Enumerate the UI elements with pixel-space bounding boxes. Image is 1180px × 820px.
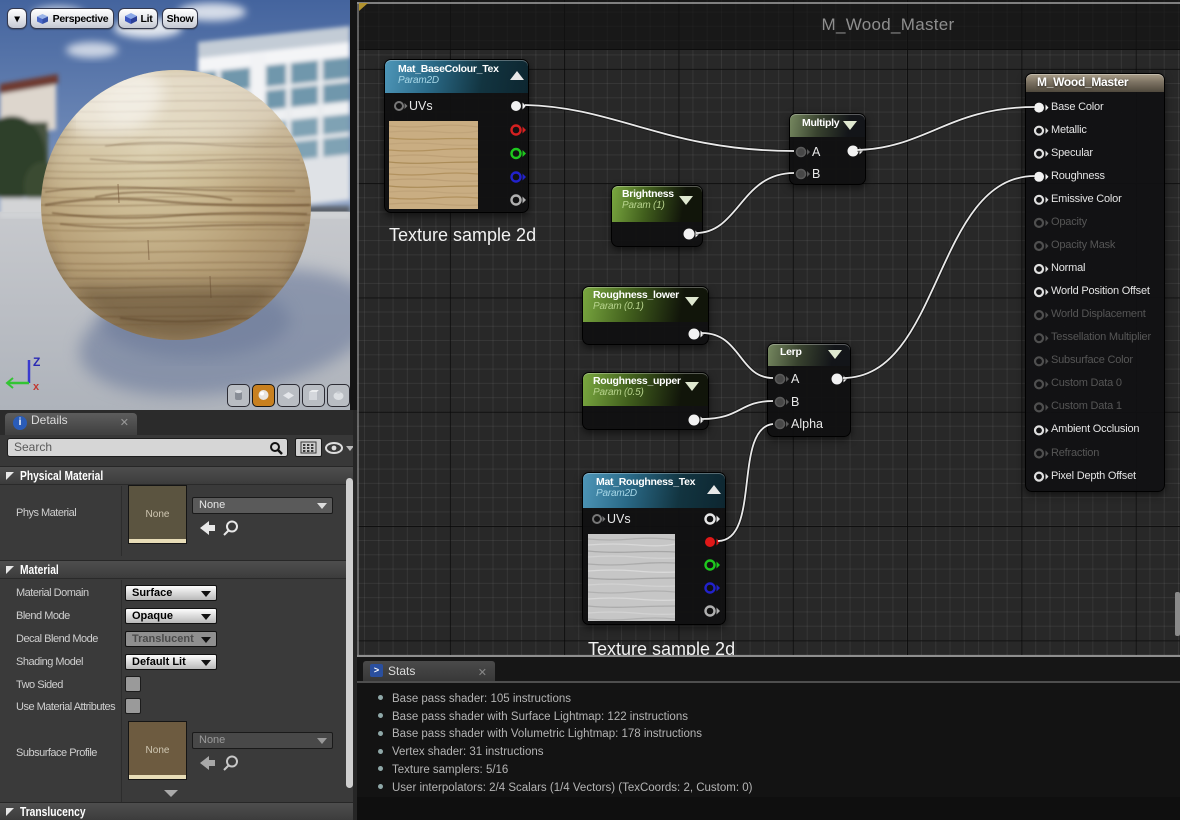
svg-text:x: x [33, 381, 40, 393]
svg-text:Z: Z [33, 355, 40, 369]
